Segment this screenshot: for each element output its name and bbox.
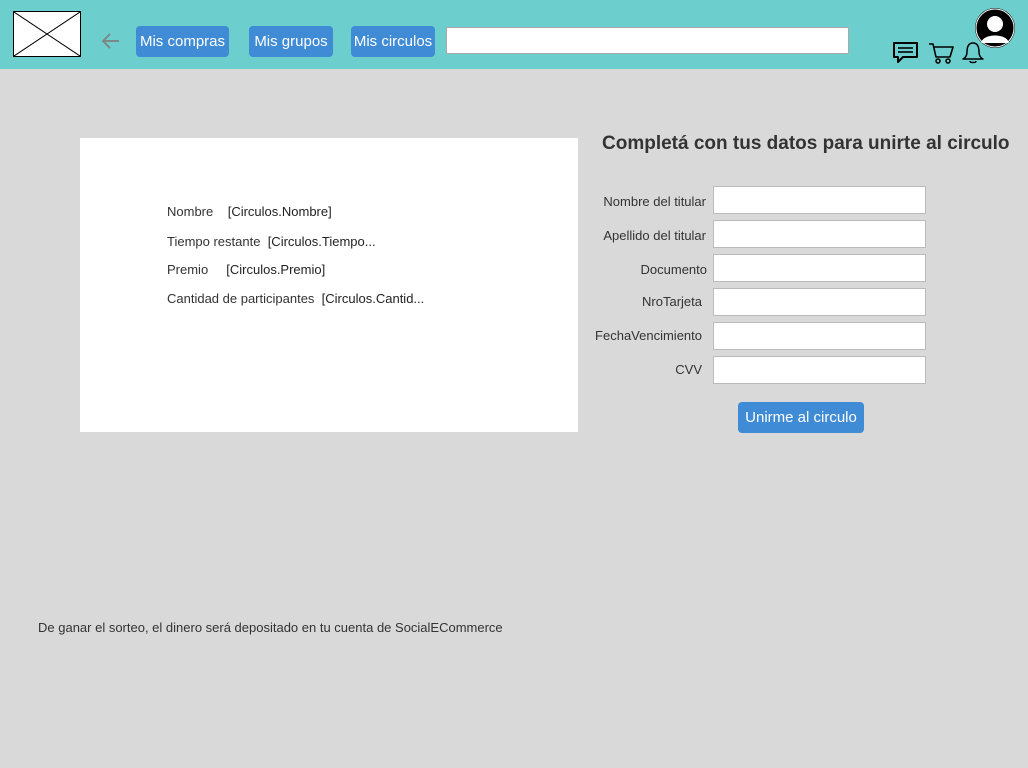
- info-label: Nombre: [167, 204, 214, 219]
- nav-mis-circulos-button[interactable]: Mis circulos: [351, 26, 435, 57]
- field-label-nombre-titular: Nombre del titular: [603, 194, 706, 209]
- nombre-titular-input[interactable]: [713, 186, 926, 214]
- documento-input[interactable]: [713, 254, 926, 282]
- top-bar: Mis compras Mis grupos Mis circulos: [0, 0, 1028, 69]
- info-value: [Circulos.Premio]: [226, 262, 326, 277]
- nav-mis-grupos-button[interactable]: Mis grupos: [249, 26, 333, 57]
- form-title: Completá con tus datos para unirte al ci…: [602, 133, 1010, 154]
- field-label-fecha-vencimiento: FechaVencimiento: [595, 328, 702, 343]
- info-row-nombre: Nombre [Circulos.Nombre]: [167, 204, 332, 219]
- info-row-cantidad-participantes: Cantidad de participantes [Circulos.Cant…: [167, 291, 424, 306]
- logo-placeholder-icon: [13, 11, 81, 57]
- fecha-vencimiento-input[interactable]: [713, 322, 926, 350]
- arrow-left-icon[interactable]: [101, 31, 121, 51]
- info-value: [Circulos.Cantid...: [321, 291, 425, 306]
- nav-mis-compras-button[interactable]: Mis compras: [136, 26, 229, 57]
- field-label-documento: Documento: [640, 262, 707, 277]
- footer-note: De ganar el sorteo, el dinero será depos…: [38, 620, 503, 635]
- info-row-premio: Premio [Circulos.Premio]: [167, 262, 325, 277]
- info-label: Cantidad de participantes: [167, 291, 315, 306]
- info-value: [Circulos.Tiempo...: [267, 234, 376, 249]
- info-label: Tiempo restante: [167, 234, 261, 249]
- search-input[interactable]: [446, 27, 849, 54]
- cart-icon[interactable]: [928, 41, 954, 65]
- apellido-titular-input[interactable]: [713, 220, 926, 248]
- field-label-cvv: CVV: [675, 362, 702, 377]
- user-avatar-icon[interactable]: [975, 8, 1015, 48]
- field-label-nro-tarjeta: NroTarjeta: [642, 294, 702, 309]
- info-row-tiempo-restante: Tiempo restante [Circulos.Tiempo...: [167, 234, 376, 249]
- unirme-al-circulo-button[interactable]: Unirme al circulo: [738, 402, 864, 433]
- circle-info-card: Nombre [Circulos.Nombre] Tiempo restante…: [80, 138, 578, 432]
- bell-icon[interactable]: [961, 41, 985, 65]
- info-value: [Circulos.Nombre]: [227, 204, 332, 219]
- cvv-input[interactable]: [713, 356, 926, 384]
- info-label: Premio: [167, 262, 209, 277]
- nro-tarjeta-input[interactable]: [713, 288, 926, 316]
- field-label-apellido-titular: Apellido del titular: [603, 228, 706, 243]
- chat-icon[interactable]: [892, 41, 919, 65]
